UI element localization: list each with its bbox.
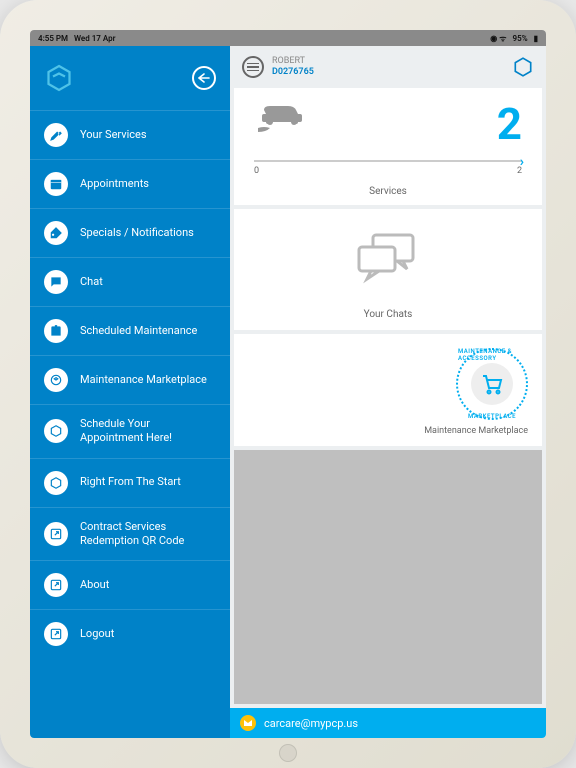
progress-min: 0 [254, 166, 259, 176]
sidebar-item-label: Logout [80, 627, 114, 641]
sidebar-item-your-services[interactable]: Your Services [30, 110, 230, 159]
services-count: 2 [497, 102, 522, 146]
battery-label: 95% [513, 34, 528, 43]
main-content: ROBERT D0276765 2 [230, 46, 546, 738]
sidebar-item-label: Contract Services Redemption QR Code [80, 520, 216, 549]
sidebar-item-qr-code[interactable]: Contract Services Redemption QR Code [30, 507, 230, 561]
sidebar-item-right-from-start[interactable]: Right From The Start [30, 458, 230, 507]
sidebar-header [30, 46, 230, 110]
services-caption: Services [254, 186, 522, 197]
chats-caption: Your Chats [254, 309, 522, 320]
sidebar-logo [44, 63, 74, 93]
menu-button[interactable] [242, 56, 264, 78]
calendar-icon [44, 172, 68, 196]
sidebar-item-appointments[interactable]: Appointments [30, 159, 230, 208]
services-icon [44, 123, 68, 147]
sidebar-item-chat[interactable]: Chat [30, 257, 230, 306]
maintenance-icon [44, 319, 68, 343]
tag-icon [44, 221, 68, 245]
user-text: ROBERT D0276765 [272, 56, 314, 78]
chats-card[interactable]: Your Chats [234, 209, 542, 330]
external-icon [44, 573, 68, 597]
envelope-icon [240, 715, 256, 731]
sidebar-item-label: Right From The Start [80, 475, 181, 489]
back-button[interactable] [192, 66, 216, 90]
sidebar-item-about[interactable]: About [30, 560, 230, 609]
status-right: ◉ ᯤ 95% ▮ [490, 33, 538, 44]
sidebar: Your Services Appointments Specials / No… [30, 46, 230, 738]
placeholder-panel [234, 450, 542, 704]
status-date: Wed 17 Apr [74, 34, 115, 43]
marketplace-badge: MAINTENANCE & ACCESSORY MARKETPLACE [456, 348, 528, 420]
home-button[interactable] [279, 744, 297, 762]
badge-top-label: MAINTENANCE & ACCESSORY [458, 348, 526, 362]
sidebar-item-schedule-appointment[interactable]: Schedule Your Appointment Here! [30, 404, 230, 458]
user-info: ROBERT D0276765 [242, 56, 314, 78]
header-logo [512, 56, 534, 78]
services-top: 2 [254, 102, 522, 146]
services-progress: › 0 2 [254, 160, 522, 176]
device-bezel: 4:55 PM Wed 17 Apr ◉ ᯤ 95% ▮ [0, 0, 576, 768]
badge-bottom-label: MARKETPLACE [468, 413, 516, 420]
sidebar-item-label: Maintenance Marketplace [80, 373, 207, 387]
cart-icon [471, 363, 513, 405]
external-icon [44, 622, 68, 646]
sidebar-item-label: Chat [80, 275, 103, 289]
user-id: D0276765 [272, 67, 314, 78]
external-icon [44, 522, 68, 546]
sidebar-nav: Your Services Appointments Specials / No… [30, 110, 230, 658]
sidebar-item-label: About [80, 578, 109, 592]
chat-icon [44, 270, 68, 294]
chat-bubbles-icon [353, 231, 423, 289]
sidebar-item-scheduled-maintenance[interactable]: Scheduled Maintenance [30, 306, 230, 355]
status-left: 4:55 PM Wed 17 Apr [38, 34, 115, 43]
sidebar-item-marketplace[interactable]: Maintenance Marketplace [30, 355, 230, 404]
services-card[interactable]: 2 › 0 2 Services [234, 88, 542, 205]
sidebar-item-specials[interactable]: Specials / Notifications [30, 208, 230, 257]
footer-email: carcare@mypcp.us [264, 717, 358, 730]
main-header: ROBERT D0276765 [230, 46, 546, 88]
marketplace-caption: Maintenance Marketplace [424, 426, 528, 436]
marketplace-icon [44, 368, 68, 392]
chevron-right-icon: › [520, 154, 524, 170]
sidebar-item-label: Your Services [80, 128, 147, 142]
marketplace-card[interactable]: MAINTENANCE & ACCESSORY MARKETPLACE Main… [234, 334, 542, 446]
sidebar-item-label: Appointments [80, 177, 149, 191]
sidebar-item-label: Scheduled Maintenance [80, 324, 197, 338]
screen: 4:55 PM Wed 17 Apr ◉ ᯤ 95% ▮ [30, 30, 546, 738]
sidebar-item-logout[interactable]: Logout [30, 609, 230, 658]
hexagon-icon [44, 419, 68, 443]
status-bar: 4:55 PM Wed 17 Apr ◉ ᯤ 95% ▮ [30, 30, 546, 46]
wifi-icon: ◉ ᯤ [490, 33, 506, 44]
user-name: ROBERT [272, 56, 314, 67]
hexagon-icon [44, 471, 68, 495]
app-container: Your Services Appointments Specials / No… [30, 46, 546, 738]
sidebar-item-label: Schedule Your Appointment Here! [80, 417, 216, 446]
sidebar-item-label: Specials / Notifications [80, 226, 194, 240]
status-time: 4:55 PM [38, 34, 68, 43]
battery-icon: ▮ [534, 34, 538, 43]
car-icon [254, 102, 304, 140]
footer-bar[interactable]: carcare@mypcp.us [230, 708, 546, 738]
